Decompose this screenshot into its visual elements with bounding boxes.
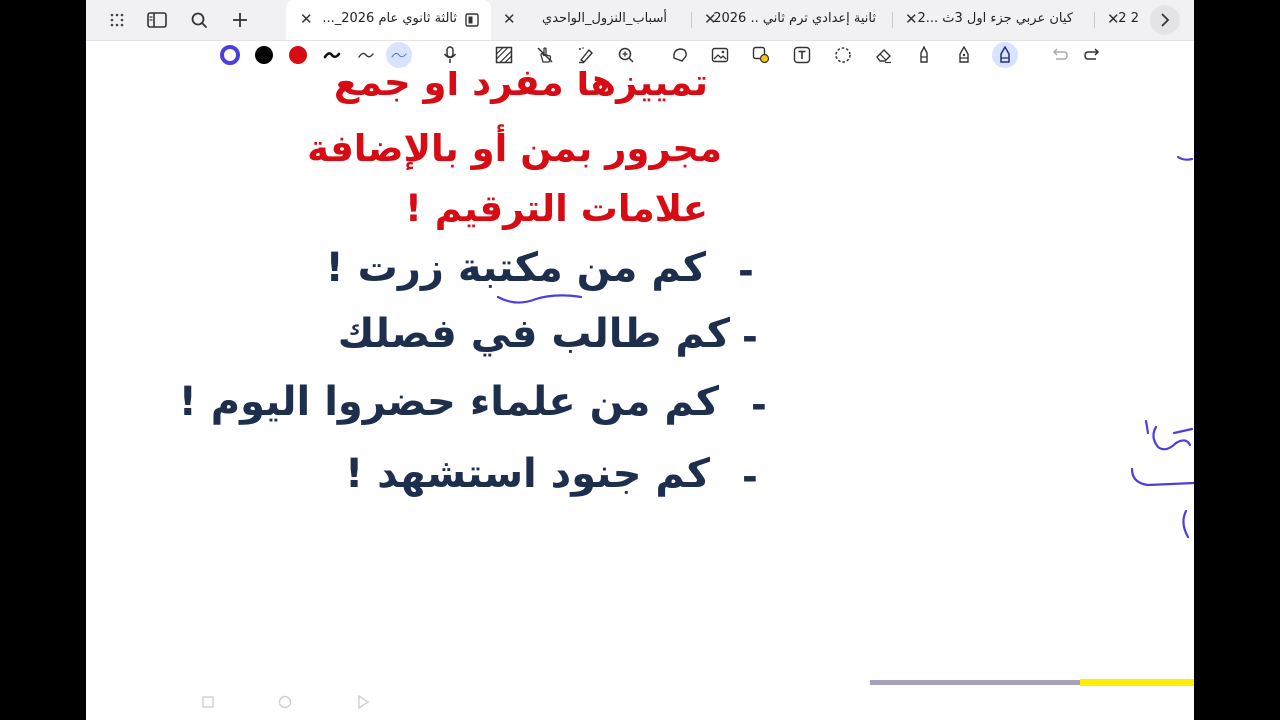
zoom-button[interactable] — [613, 42, 639, 68]
lasso-icon — [835, 47, 851, 63]
sticker-icon — [752, 46, 770, 64]
ink-annotations — [496, 155, 1194, 539]
ink-underline — [496, 294, 583, 304]
lasso-button[interactable] — [830, 42, 856, 68]
touch-disabled-icon — [537, 47, 553, 63]
ink-stroke-edge — [1176, 155, 1194, 161]
tab-label: ثالثة ثانوي عام 2026_... — [322, 11, 457, 26]
app-screen: ✕ ثالثة ثانوي عام 2026_... ✕ أسباب_النزو… — [86, 0, 1194, 720]
home-button[interactable] — [277, 694, 293, 710]
pen-icon — [920, 46, 928, 63]
triangle-icon — [358, 695, 369, 709]
fountain-pen-button[interactable] — [951, 42, 977, 68]
shapes-button[interactable] — [667, 42, 693, 68]
recents-button[interactable] — [200, 694, 216, 710]
paper-style-button[interactable] — [491, 42, 517, 68]
tab-1[interactable]: ✕ أسباب_النزول_الواحدي — [491, 0, 691, 40]
tab-close-icon[interactable]: ✕ — [503, 9, 516, 29]
color-swatch — [255, 46, 273, 64]
tab-label: أسباب_النزول_الواحدي — [542, 11, 667, 26]
ink-line-yellow — [1080, 679, 1194, 686]
text-box-button[interactable] — [789, 42, 815, 68]
eraser-button[interactable] — [871, 42, 897, 68]
sidebar-icon — [147, 12, 167, 28]
tab-label: كيان عربي جزء اول 3ث ...2 — [917, 11, 1073, 26]
hatched-square-icon — [495, 46, 513, 64]
ink-color-black[interactable] — [251, 42, 277, 68]
voice-button[interactable] — [437, 42, 463, 68]
square-icon — [202, 696, 214, 708]
redo-button[interactable] — [1080, 42, 1106, 68]
shape-icon — [673, 48, 687, 62]
sidebar-toggle-button[interactable] — [142, 5, 172, 35]
circle-icon — [278, 695, 292, 709]
lasso-off-button[interactable] — [532, 42, 558, 68]
ink-color-red[interactable] — [285, 42, 311, 68]
stroke-thick-button[interactable] — [319, 42, 345, 68]
search-icon — [191, 12, 207, 28]
color-swatch — [220, 45, 240, 65]
microphone-icon — [443, 46, 457, 63]
new-tab-button[interactable] — [225, 5, 255, 35]
chevron-right-icon — [1161, 13, 1170, 27]
tab-close-icon[interactable]: ✕ — [300, 9, 313, 29]
dots-grid-icon — [110, 13, 124, 27]
stroke-thin-icon — [391, 52, 407, 58]
ink-line-purple — [870, 680, 1080, 685]
tab-2[interactable]: ✕ ثانية إعدادي ترم ثاني .. 2026 — [692, 0, 892, 40]
note-canvas[interactable]: تمييزها مفرد أو جمع مجرور بمن أو بالإضاف… — [86, 71, 1194, 720]
tab-label: ثانية إعدادي ترم ثاني .. 2026 — [713, 11, 876, 26]
undo-icon — [1052, 48, 1068, 60]
ink-stroke-edge — [1130, 419, 1194, 539]
highlighter-button[interactable] — [573, 42, 599, 68]
image-button[interactable] — [707, 42, 733, 68]
zoom-in-icon — [618, 47, 634, 63]
eraser-icon — [876, 49, 891, 64]
apps-grid-button[interactable] — [102, 5, 132, 35]
sticker-button[interactable] — [748, 42, 774, 68]
pencil-icon — [1000, 46, 1010, 63]
tab-0[interactable]: ✕ ثالثة ثانوي عام 2026_... — [286, 0, 491, 40]
tab-3[interactable]: ✕ كيان عربي جزء اول 3ث ...2 — [893, 0, 1093, 40]
tab-close-icon[interactable]: ✕ — [905, 9, 918, 29]
text-icon — [793, 46, 811, 64]
color-swatch — [289, 46, 307, 64]
plus-icon — [233, 13, 247, 27]
redo-icon — [1084, 48, 1100, 60]
fountain-pen-icon — [959, 46, 969, 63]
stroke-thin-button[interactable] — [386, 42, 412, 68]
drawing-toolbar — [86, 41, 1194, 71]
back-button[interactable] — [355, 694, 371, 710]
tab-bar: ✕ ثالثة ثانوي عام 2026_... ✕ أسباب_النزو… — [86, 0, 1194, 41]
image-icon — [711, 47, 729, 63]
search-button[interactable] — [184, 5, 214, 35]
pen-tool-button[interactable] — [911, 42, 937, 68]
stroke-thick-icon — [323, 52, 341, 59]
tab-label: 2 2 — [1118, 11, 1139, 26]
tab-4[interactable]: ✕ 2 2 — [1095, 0, 1141, 40]
document-icon — [465, 13, 479, 27]
tab-scroll-button[interactable] — [1150, 5, 1180, 35]
stroke-medium-button[interactable] — [353, 42, 379, 68]
highlighter-icon — [579, 47, 593, 64]
pencil-tool-button[interactable] — [992, 42, 1018, 68]
stroke-medium-icon — [358, 52, 374, 58]
ink-color-purple[interactable] — [217, 42, 243, 68]
undo-button[interactable] — [1046, 42, 1072, 68]
